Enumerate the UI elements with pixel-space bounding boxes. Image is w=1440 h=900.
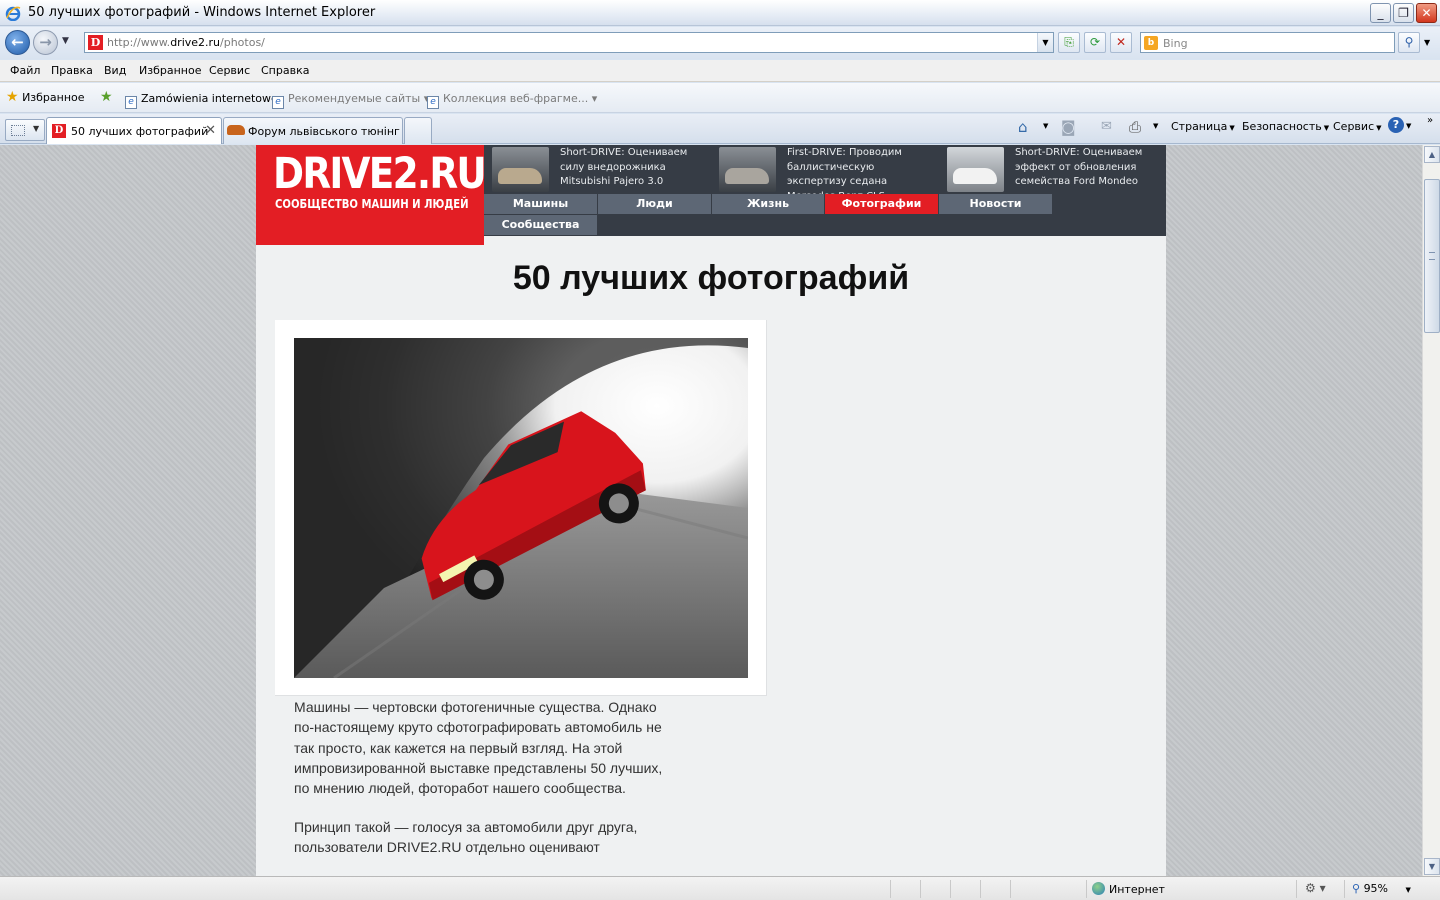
menu-tools[interactable]: Сервис — [209, 64, 250, 77]
search-options-dropdown-icon[interactable]: ▼ — [1424, 38, 1430, 47]
news-headline: Short-DRIVE: Оцениваем эффект от обновле… — [1015, 147, 1143, 187]
drive2-favicon-icon: D — [52, 124, 66, 138]
favorites-bar: ★ Избранное ★ e Zamówienia internetowe eР… — [0, 83, 1440, 113]
news-item[interactable]: Short-DRIVE: Оцениваем силу внедорожника… — [484, 145, 711, 194]
search-placeholder: Bing — [1163, 37, 1188, 50]
tab-label: Форум львівського тюнінг ... — [248, 125, 403, 138]
featured-photo[interactable] — [294, 338, 748, 678]
vertical-scrollbar[interactable]: ▲ ▼ — [1422, 145, 1440, 876]
ie-page-icon: e — [272, 96, 284, 109]
compatibility-view-icon[interactable]: ⎘ — [1058, 32, 1080, 53]
print-icon[interactable]: ⎙ — [1129, 118, 1141, 136]
page-title: 50 лучших фотографий — [512, 259, 910, 297]
zoom-level[interactable]: ⚲ 95% ▼ — [1352, 882, 1411, 895]
article-paragraph: Принцип такой — голосуя за автомобили др… — [294, 818, 638, 856]
news-thumbnail — [719, 147, 776, 192]
window-title: 50 лучших фотографий - Windows Internet … — [28, 5, 376, 20]
site-header: DRIVE2.RU СООБЩЕСТВО МАШИН И ЛЮДЕЙ Short… — [256, 145, 1166, 245]
car-favicon-icon — [227, 125, 245, 135]
read-mail-icon[interactable]: ✉ — [1101, 119, 1112, 134]
globe-icon — [1092, 882, 1105, 895]
article-text: Машины — чертовски фотогеничные существа… — [294, 697, 664, 876]
zoom-icon: ⚲ — [1352, 882, 1361, 895]
search-icon[interactable]: ⚲ — [1398, 32, 1420, 53]
status-bar: Интернет ⚙ ▾ ⚲ 95% ▼ — [0, 876, 1440, 900]
stop-icon[interactable]: ✕ — [1110, 32, 1132, 53]
nav-cars[interactable]: Машины — [484, 194, 598, 214]
logo-tagline: СООБЩЕСТВО МАШИН И ЛЮДЕЙ — [275, 197, 469, 211]
home-dropdown-icon[interactable]: ▼ — [1043, 122, 1048, 130]
nav-communities[interactable]: Сообщества — [484, 215, 598, 235]
tab-list-dropdown-icon[interactable]: ▼ — [33, 124, 39, 133]
quick-tabs-button[interactable]: ▼ — [5, 119, 45, 141]
refresh-icon[interactable]: ⟳ — [1084, 32, 1106, 53]
featured-photo-frame — [275, 320, 767, 696]
favorites-link-web-slice-gallery[interactable]: e Коллекция веб-фрагме... ▾ — [427, 92, 597, 109]
menu-bar: Файл Правка Вид Избранное Сервис Справка — [0, 60, 1440, 82]
scroll-down-arrow-icon[interactable]: ▼ — [1424, 858, 1440, 875]
back-button[interactable]: ← — [5, 30, 30, 55]
favorites-button[interactable]: ★ Избранное — [6, 89, 85, 105]
menu-file[interactable]: Файл — [10, 64, 40, 77]
ie-page-icon: e — [427, 96, 439, 109]
news-item[interactable]: First-DRIVE: Проводим баллистическую экс… — [711, 145, 938, 202]
tab-drive2-photos[interactable]: D 50 лучших фотографий ✕ — [46, 117, 222, 144]
address-dropdown-icon[interactable]: ▼ — [1037, 33, 1053, 52]
minimize-button[interactable]: _ — [1370, 3, 1391, 23]
restore-button[interactable]: ❐ — [1393, 3, 1414, 23]
print-dropdown-icon[interactable]: ▼ — [1153, 122, 1158, 130]
news-item[interactable]: Short-DRIVE: Оцениваем эффект от обновле… — [939, 145, 1166, 194]
drive2-site: DRIVE2.RU СООБЩЕСТВО МАШИН И ЛЮДЕЙ Short… — [256, 145, 1166, 876]
close-tab-icon[interactable]: ✕ — [205, 123, 216, 138]
tab-bar: ▼ D 50 лучших фотографий ✕ Форум львівсь… — [0, 114, 1440, 144]
internet-explorer-icon — [5, 6, 21, 21]
url-text: http://www.drive2.ru/photos/ — [107, 36, 265, 49]
nav-news[interactable]: Новости — [939, 194, 1053, 214]
tools-menu[interactable]: Сервис ▼ — [1333, 120, 1382, 133]
close-window-button[interactable]: ✕ — [1416, 3, 1437, 23]
nav-photos[interactable]: Фотографии — [825, 194, 939, 214]
help-menu[interactable]: ? ▼ — [1388, 117, 1411, 133]
quick-tabs-icon — [11, 125, 25, 136]
security-zone: Интернет — [1092, 882, 1165, 896]
tab-lviv-tuning-forum[interactable]: Форум львівського тюнінг ... — [223, 117, 403, 144]
scroll-up-arrow-icon[interactable]: ▲ — [1424, 146, 1440, 163]
forward-button[interactable]: → — [33, 30, 58, 55]
drive2-logo[interactable]: DRIVE2.RU СООБЩЕСТВО МАШИН И ЛЮДЕЙ — [256, 145, 487, 245]
menu-view[interactable]: Вид — [104, 64, 126, 77]
site-favicon-icon: D — [88, 35, 103, 50]
address-bar-row: ← → ▼ D http://www.drive2.ru/photos/ ▼ ⎘… — [0, 27, 1440, 59]
star-icon: ★ — [6, 89, 19, 105]
search-input[interactable]: b Bing — [1140, 32, 1395, 53]
nav-people[interactable]: Люди — [598, 194, 712, 214]
recent-pages-dropdown-icon[interactable]: ▼ — [62, 36, 69, 46]
scrollbar-thumb[interactable] — [1424, 179, 1440, 333]
bing-icon: b — [1144, 36, 1158, 50]
news-thumbnail — [947, 147, 1004, 192]
new-tab-button[interactable] — [404, 117, 432, 144]
address-input[interactable]: D http://www.drive2.ru/photos/ ▼ — [84, 32, 1054, 53]
menu-edit[interactable]: Правка — [51, 64, 93, 77]
tab-label: 50 лучших фотографий — [71, 125, 209, 138]
page-viewport: DRIVE2.RU СООБЩЕСТВО МАШИН И ЛЮДЕЙ Short… — [0, 145, 1422, 876]
menu-help[interactable]: Справка — [261, 64, 309, 77]
help-icon: ? — [1388, 117, 1404, 133]
feeds-icon[interactable]: ◙ — [1061, 118, 1076, 136]
ie-page-icon: e — [125, 96, 137, 109]
safety-menu[interactable]: Безопасность ▼ — [1242, 120, 1329, 133]
page-menu[interactable]: Страница ▼ — [1171, 120, 1235, 133]
logo-title: DRIVE2.RU — [273, 149, 487, 199]
window-title-bar: 50 лучших фотографий - Windows Internet … — [0, 0, 1440, 26]
menu-favorites[interactable]: Избранное — [139, 64, 201, 77]
nav-life[interactable]: Жизнь — [712, 194, 825, 214]
home-icon[interactable]: ⌂ — [1018, 118, 1028, 136]
news-headline: Short-DRIVE: Оцениваем силу внедорожника… — [560, 147, 688, 187]
more-commands-icon[interactable]: » — [1427, 115, 1433, 126]
news-thumbnail — [492, 147, 549, 192]
protected-mode-icon[interactable]: ⚙ ▾ — [1305, 881, 1326, 895]
favorites-link-suggested-sites[interactable]: e Рекомендуемые сайты ▾ — [272, 92, 429, 109]
article-paragraph: Машины — чертовски фотогеничные существа… — [294, 699, 663, 797]
favorites-link-zamowienia[interactable]: e Zamówienia internetowe — [125, 92, 278, 109]
add-favorites-icon[interactable]: ★ — [100, 89, 113, 105]
